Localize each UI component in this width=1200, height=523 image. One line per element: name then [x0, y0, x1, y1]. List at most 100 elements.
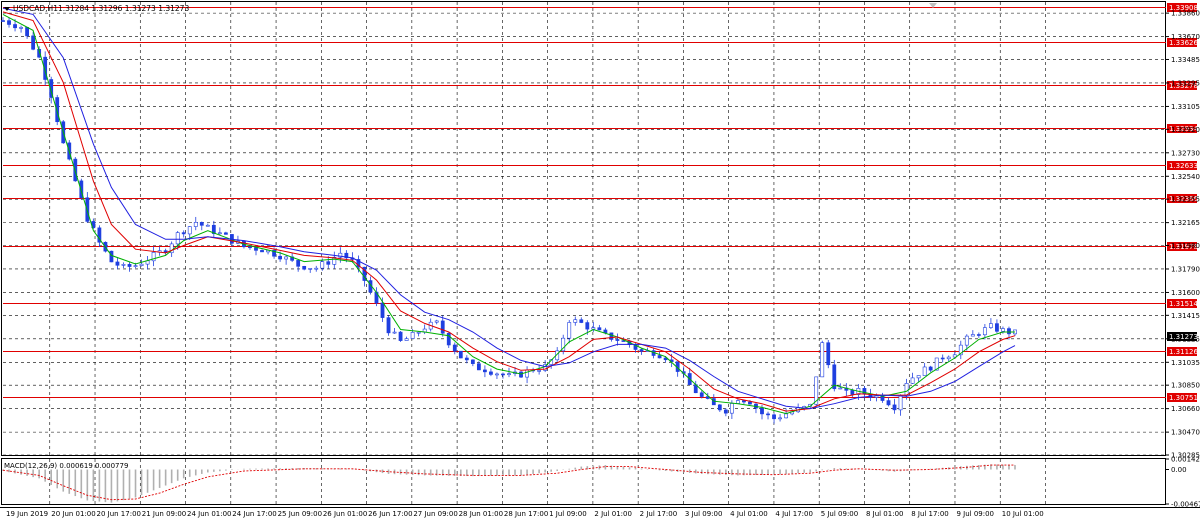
- candle-body: [766, 413, 770, 416]
- candle-body: [452, 344, 457, 352]
- candle-body: [657, 355, 662, 359]
- candle-body: [928, 366, 933, 371]
- x-tick-label: 10 Jul 01:00: [1002, 510, 1044, 518]
- x-tick-label: 4 Jul 01:00: [730, 510, 768, 518]
- candle-body: [916, 375, 921, 379]
- candle-body: [778, 417, 782, 420]
- candle-body: [1001, 328, 1005, 332]
- candle-body: [946, 356, 951, 360]
- y-tick-label: 1.33670: [1171, 33, 1200, 41]
- y-tick-label: 1.33860: [1171, 10, 1200, 18]
- candle-body: [193, 222, 198, 227]
- current-price-label: 1.31273: [1169, 333, 1198, 341]
- y-tick-label: 1.31415: [1171, 312, 1200, 320]
- candle-body: [760, 407, 764, 415]
- candle-body: [567, 322, 572, 339]
- macd-y-tick-label: 0.001424: [1171, 456, 1200, 464]
- x-tick-label: 28 Jun 01:00: [459, 510, 503, 518]
- macd-label: MACD(12,26,9) 0.000619 0.000779: [4, 462, 128, 470]
- candle-body: [199, 222, 204, 226]
- candle-body: [597, 327, 602, 331]
- candle-body: [772, 414, 776, 420]
- x-tick-label: 24 Jun 01:00: [187, 510, 231, 518]
- candle-body: [121, 264, 126, 266]
- x-tick-label: 19 Jun 2019: [6, 510, 48, 518]
- candle-body: [386, 317, 391, 334]
- candle-body: [470, 359, 475, 364]
- x-tick-label: 9 Jul 09:00: [956, 510, 994, 518]
- candle-body: [615, 339, 620, 341]
- y-tick-label: 1.32355: [1171, 196, 1200, 204]
- candle-body: [537, 370, 542, 372]
- y-tick-label: 1.32920: [1171, 126, 1200, 134]
- candle-body: [31, 35, 36, 50]
- x-tick-label: 5 Jul 09:00: [821, 510, 859, 518]
- candle-body: [380, 302, 385, 318]
- candle-body: [416, 331, 421, 334]
- candle-body: [820, 342, 825, 378]
- x-tick-label: 26 Jun 01:00: [323, 510, 367, 518]
- candle-body: [7, 20, 11, 25]
- y-tick-label: 1.32165: [1171, 219, 1200, 227]
- candle-body: [1007, 328, 1011, 335]
- candle-body: [729, 403, 734, 414]
- x-tick-label: 4 Jul 17:00: [775, 510, 813, 518]
- x-tick-label: 2 Jul 17:00: [640, 510, 678, 518]
- candle-body: [127, 264, 132, 267]
- candle-body: [133, 265, 138, 267]
- candle-body: [217, 232, 222, 235]
- candle-body: [892, 404, 897, 411]
- x-tick-label: 20 Jun 17:00: [97, 510, 141, 518]
- candle-body: [314, 267, 319, 270]
- candle-body: [25, 27, 29, 37]
- level-label: 1.30751: [1169, 394, 1198, 402]
- y-tick-label: 1.30470: [1171, 429, 1200, 437]
- x-tick-label: 25 Jun 09:00: [278, 510, 322, 518]
- candle-body: [248, 246, 252, 249]
- level-label: 1.32633: [1169, 162, 1198, 170]
- candle-body: [850, 390, 855, 395]
- candle-body: [55, 97, 60, 123]
- x-tick-label: 27 Jun 09:00: [413, 510, 457, 518]
- x-tick-label: 24 Jun 17:00: [232, 510, 276, 518]
- candle-body: [440, 320, 445, 334]
- candle-body: [392, 331, 397, 334]
- candle-body: [922, 366, 927, 376]
- x-tick-label: 28 Jun 17:00: [504, 510, 548, 518]
- candle-body: [464, 357, 469, 361]
- current-price-tag: 1.31273: [1167, 332, 1198, 341]
- y-tick-label: 1.32730: [1171, 149, 1200, 157]
- candle-body: [826, 342, 831, 366]
- candle-body: [898, 395, 903, 411]
- macd-y-tick-label: 0.00: [1171, 466, 1187, 474]
- candle-body: [410, 332, 415, 339]
- candle-body: [519, 371, 523, 378]
- symbol-label: USDCAD,H1: [13, 4, 58, 13]
- candle-body: [308, 268, 313, 270]
- candle-body: [970, 334, 975, 337]
- candle-body: [181, 232, 186, 235]
- x-tick-label: 2 Jul 01:00: [594, 510, 632, 518]
- candle-body: [591, 327, 596, 330]
- level-label: 1.31126: [1169, 348, 1198, 356]
- candle-body: [205, 224, 210, 227]
- candle-body: [838, 387, 843, 390]
- time-axis: 19 Jun 2019 20 Jun 01:00 20 Jun 17:00 21 Ju…: [6, 510, 1044, 518]
- candle-body: [260, 250, 264, 253]
- candle-body: [904, 383, 909, 396]
- candle-body: [886, 400, 891, 406]
- candle-body: [501, 373, 505, 376]
- candle-body: [976, 334, 981, 336]
- candle-body: [404, 338, 409, 341]
- price-chart[interactable]: 1.339081.336261.332781.329341.326331.323…: [0, 0, 1200, 523]
- x-tick-label: 8 Jul 01:00: [866, 510, 904, 518]
- candle-body: [940, 357, 945, 360]
- y-tick-label: 1.33105: [1171, 103, 1200, 111]
- candle-body: [964, 335, 969, 346]
- candle-body: [579, 319, 584, 323]
- candle-body: [254, 247, 258, 251]
- candle-body: [320, 261, 325, 269]
- x-tick-label: 21 Jun 09:00: [142, 510, 186, 518]
- candle-body: [326, 261, 331, 265]
- ohlc-text: 1.31284 1.31296 1.31273 1.31273: [58, 4, 189, 13]
